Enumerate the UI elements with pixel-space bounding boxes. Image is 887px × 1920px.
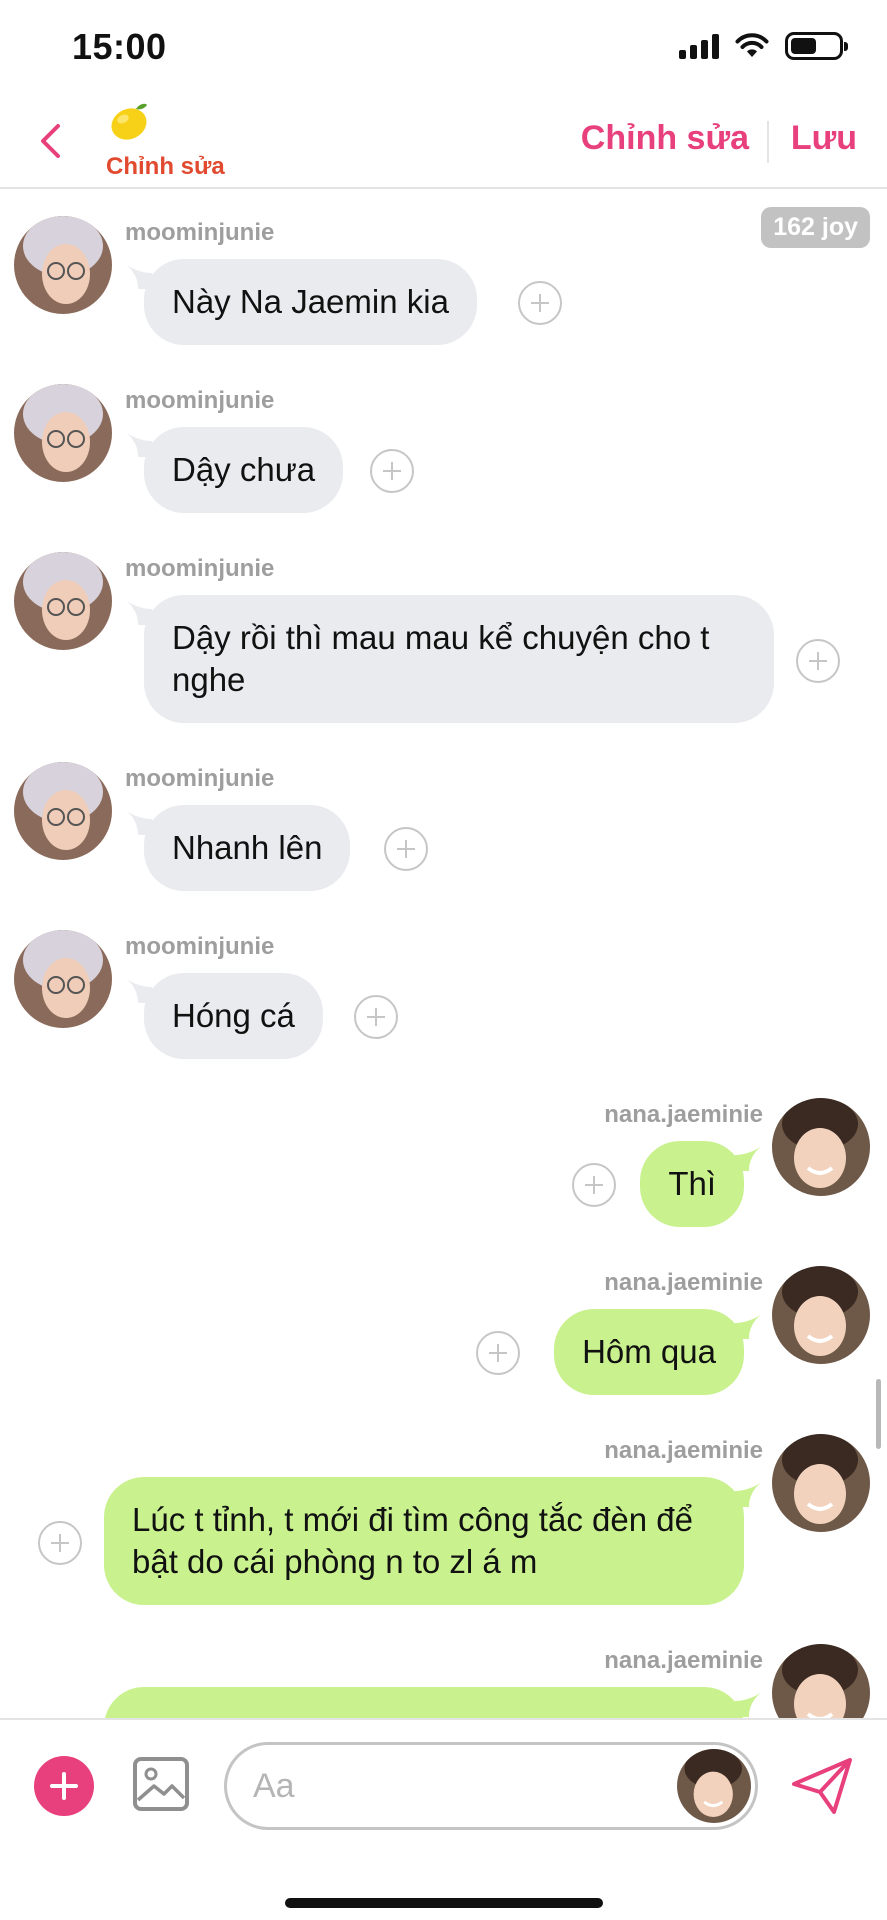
header-subtitle: Chỉnh sửa xyxy=(106,153,225,180)
message-bubble[interactable]: Lúc t tỉnh, t mới đi tìm công tắc đèn để… xyxy=(104,1477,744,1605)
status-bar: 15:00 xyxy=(0,0,887,95)
add-button[interactable] xyxy=(34,1756,94,1816)
message-bubble[interactable]: Dậy chưa xyxy=(144,427,344,513)
message-bubble[interactable]: Hóng cá xyxy=(144,973,323,1059)
message-bubble[interactable] xyxy=(104,1687,744,1718)
home-indicator xyxy=(285,1898,603,1908)
avatar[interactable] xyxy=(14,552,112,650)
chat-area[interactable]: 162 joy moominjunie Này Na Jaemin kia mo… xyxy=(0,191,887,1718)
plus-icon xyxy=(383,462,401,480)
message-bubble[interactable]: Này Na Jaemin kia xyxy=(144,259,477,345)
message-username: moominjunie xyxy=(125,933,275,960)
chevron-left-icon xyxy=(41,124,60,158)
image-icon[interactable] xyxy=(132,1756,190,1812)
scrollbar[interactable] xyxy=(876,1379,881,1449)
battery-icon xyxy=(785,32,848,60)
avatar[interactable] xyxy=(772,1098,870,1196)
plus-icon xyxy=(585,1176,603,1194)
message-bubble[interactable]: Dậy rồi thì mau mau kể chuyện cho t nghe xyxy=(144,595,774,723)
status-time: 15:00 xyxy=(72,26,167,67)
plus-icon xyxy=(367,1008,385,1026)
message-bubble[interactable]: Nhanh lên xyxy=(144,805,351,891)
plus-icon xyxy=(531,294,549,312)
plus-icon xyxy=(51,1534,69,1552)
add-reaction-button[interactable] xyxy=(518,281,562,325)
avatar[interactable] xyxy=(14,384,112,482)
avatar[interactable] xyxy=(772,1434,870,1532)
avatar[interactable] xyxy=(14,216,112,314)
avatar[interactable] xyxy=(14,762,112,860)
sender-avatar[interactable] xyxy=(677,1749,751,1823)
message-username: moominjunie xyxy=(125,387,275,414)
avatar[interactable] xyxy=(14,930,112,1028)
message-username: moominjunie xyxy=(125,555,275,582)
add-reaction-button[interactable] xyxy=(384,827,428,871)
plus-icon xyxy=(489,1344,507,1362)
message-username: nana.jaeminie xyxy=(604,1269,763,1296)
avatar[interactable] xyxy=(772,1266,870,1364)
message-input-wrapper xyxy=(224,1742,758,1830)
message-username: nana.jaeminie xyxy=(604,1101,763,1128)
add-reaction-button[interactable] xyxy=(572,1163,616,1207)
back-button[interactable] xyxy=(30,117,70,165)
add-reaction-button[interactable] xyxy=(38,1521,82,1565)
lemon-icon xyxy=(111,103,147,140)
plus-icon xyxy=(397,840,415,858)
avatar[interactable] xyxy=(772,1644,870,1718)
status-icons xyxy=(679,32,848,60)
edit-button[interactable]: Chỉnh sửa xyxy=(581,119,749,158)
send-icon[interactable] xyxy=(790,1756,854,1816)
cellular-signal-icon xyxy=(679,33,719,59)
message-username: nana.jaeminie xyxy=(604,1647,763,1674)
add-reaction-button[interactable] xyxy=(796,639,840,683)
add-reaction-button[interactable] xyxy=(476,1331,520,1375)
message-username: nana.jaeminie xyxy=(604,1437,763,1464)
wifi-icon xyxy=(735,33,769,57)
plus-icon xyxy=(809,652,827,670)
joy-badge: 162 joy xyxy=(761,207,870,248)
message-input[interactable] xyxy=(253,1759,633,1813)
header-divider xyxy=(767,121,769,163)
message-username: moominjunie xyxy=(125,219,275,246)
add-reaction-button[interactable] xyxy=(370,449,414,493)
message-bubble[interactable]: Thì xyxy=(640,1141,744,1227)
message-bubble[interactable]: Hôm qua xyxy=(554,1309,744,1395)
plus-icon xyxy=(50,1772,78,1800)
composer-bar xyxy=(0,1718,887,1920)
add-reaction-button[interactable] xyxy=(354,995,398,1039)
save-button[interactable]: Lưu xyxy=(791,119,857,158)
chat-header: Chỉnh sửa Chỉnh sửa Lưu xyxy=(0,95,887,189)
message-username: moominjunie xyxy=(125,765,275,792)
